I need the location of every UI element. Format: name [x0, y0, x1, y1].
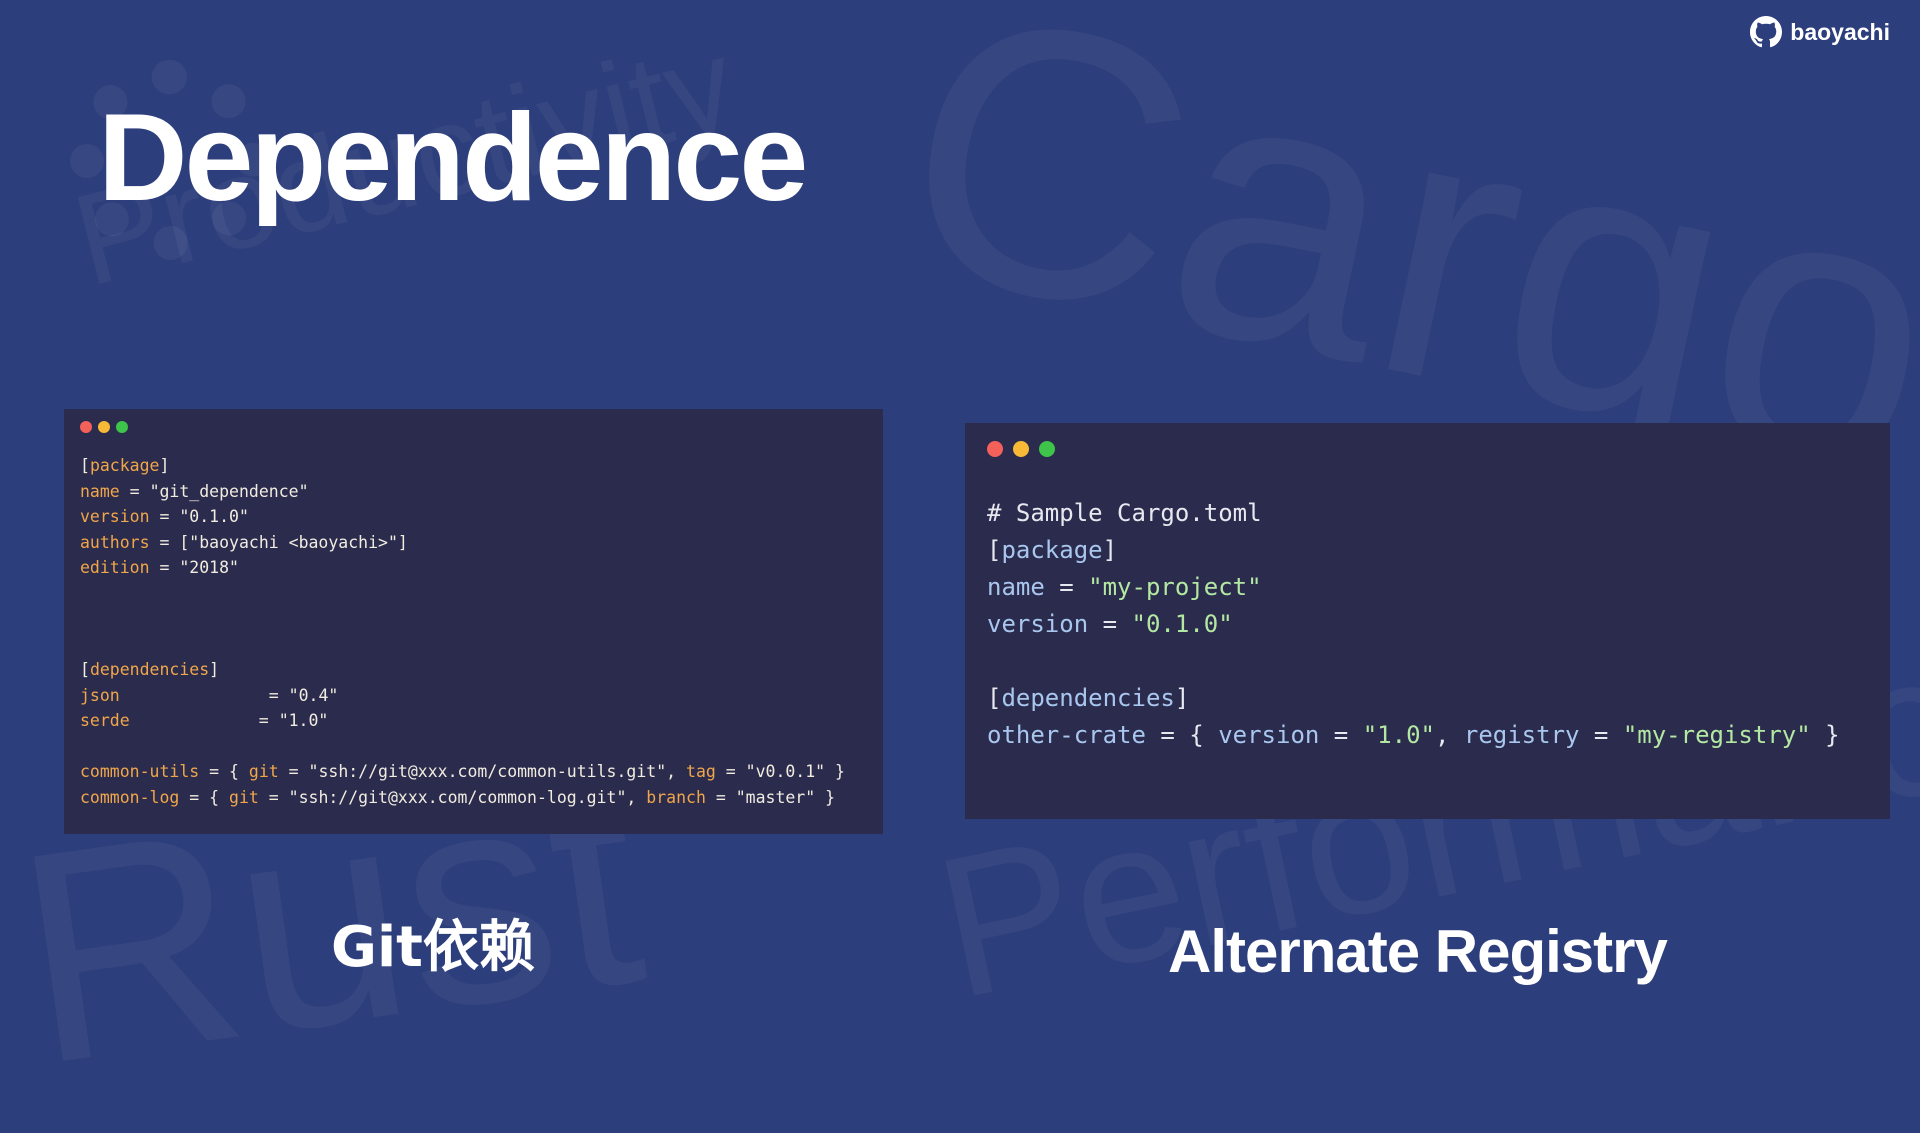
slide-title: Dependence [98, 89, 808, 227]
caption-git-dependency: Git依赖 [331, 915, 535, 980]
code-line: # Sample Cargo.toml [987, 499, 1262, 527]
code-block: [package] name = "git_dependence"version … [80, 453, 867, 810]
code-line: edition = "2018" [80, 558, 239, 577]
code-line: [dependencies] [987, 684, 1190, 712]
code-line: [package] [80, 456, 170, 475]
close-dot-icon [80, 421, 92, 433]
github-icon [1750, 16, 1783, 48]
code-line: serde = "1.0" [80, 711, 329, 730]
minimize-dot-icon [1013, 441, 1029, 457]
git-dependency-code-window: [package] name = "git_dependence"version … [64, 409, 883, 834]
code-line: json = "0.4" [80, 685, 339, 705]
brand-name: baoyachi [1790, 18, 1890, 45]
code-line: name = "git_dependence" [80, 481, 309, 501]
code-line: [package] [987, 536, 1118, 564]
minimize-dot-icon [98, 421, 110, 433]
code-line: common-utils = { git = "ssh://git@xxx.co… [80, 762, 845, 781]
window-controls [80, 421, 867, 433]
registry-code-window: # Sample Cargo.toml [package] name = "my-p… [965, 423, 1890, 819]
code-line: version = "0.1.0" [987, 610, 1233, 638]
code-line: [dependencies] [80, 660, 220, 679]
code-line: version = "0.1.0" [80, 507, 249, 526]
code-line: common-log = { git = "ssh://git@xxx.com/… [80, 787, 836, 807]
code-block: # Sample Cargo.toml [package] name = "my-p… [987, 495, 1868, 754]
maximize-dot-icon [1039, 441, 1055, 457]
caption-alternate-registry: Alternate Registry [1168, 918, 1668, 985]
window-controls [987, 441, 1868, 457]
code-line: name = "my-project" [987, 573, 1262, 601]
code-line: authors = ["baoyachi <baoyachi>"] [80, 532, 408, 552]
code-line: other-crate = { version = "1.0", registr… [987, 721, 1840, 749]
maximize-dot-icon [116, 421, 128, 433]
brand[interactable]: baoyachi [1750, 14, 1890, 50]
close-dot-icon [987, 441, 1003, 457]
